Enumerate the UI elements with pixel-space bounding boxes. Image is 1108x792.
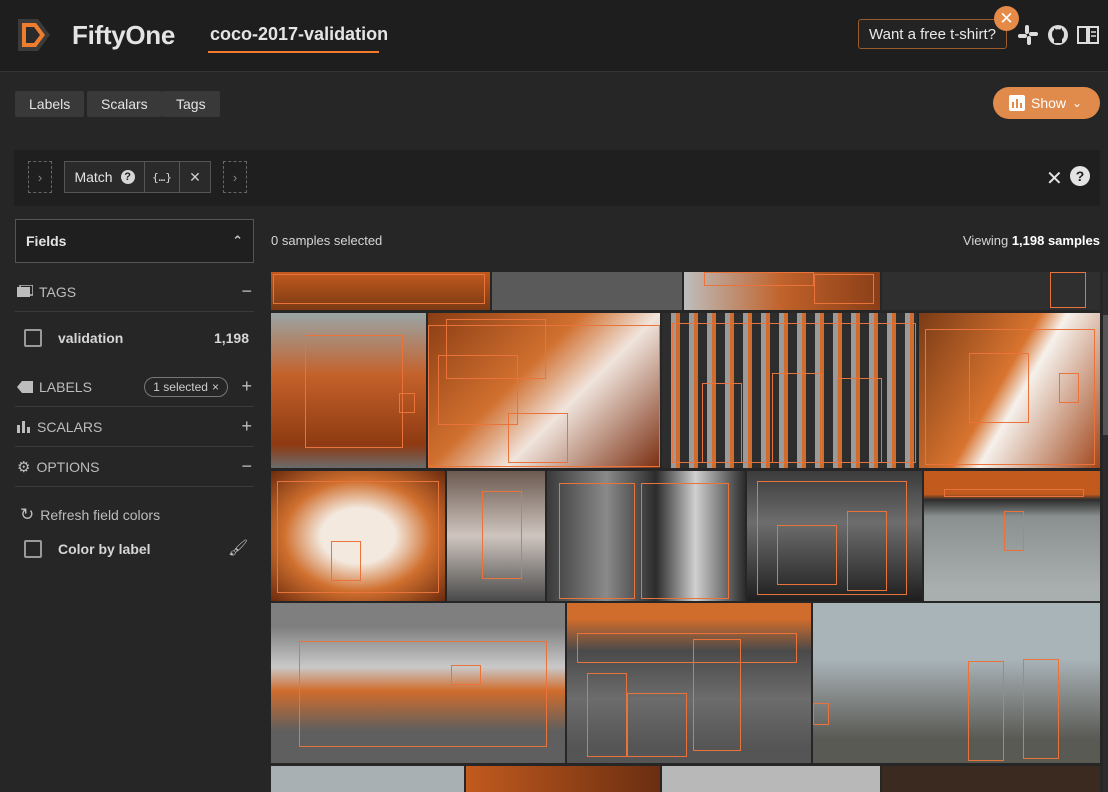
brand-name[interactable]: FiftyOne [72, 20, 175, 51]
sample-tile[interactable] [662, 766, 880, 792]
show-label: Show [1031, 95, 1067, 111]
label-tag-icon [17, 380, 33, 393]
view-help-icon[interactable]: ? [1070, 166, 1090, 186]
labels-group-title: LABELS [39, 378, 92, 395]
tag-count: 1,198 [213, 330, 249, 346]
chevron-down-icon: ⌄ [1072, 96, 1083, 110]
sample-tile[interactable] [662, 313, 917, 468]
sample-tile[interactable] [492, 272, 682, 310]
sample-tile[interactable] [882, 272, 1100, 310]
sample-grid[interactable] [271, 272, 1100, 792]
sidebar: Fields ⌃ TAGS − validation 1,198 LABELS … [0, 206, 262, 792]
dataset-selector[interactable]: coco-2017-validation [210, 24, 388, 45]
scrollbar-thumb[interactable] [1103, 315, 1108, 435]
remove-stage-icon[interactable]: ✕ [180, 162, 210, 192]
refresh-icon: ↻ [20, 505, 35, 524]
slack-icon[interactable] [1016, 23, 1040, 47]
expand-icon[interactable]: + [241, 376, 252, 397]
show-button[interactable]: Show ⌄ [993, 87, 1100, 119]
sample-tile[interactable] [882, 766, 1100, 792]
sample-tile[interactable] [271, 313, 426, 468]
tags-group-title: TAGS [39, 283, 77, 300]
tags-group-icon [17, 284, 33, 297]
sample-tile[interactable] [547, 471, 745, 601]
stage-expression[interactable]: {…} [145, 162, 180, 192]
tags-tab-button[interactable]: Tags [162, 91, 220, 117]
fields-label: Fields [26, 233, 67, 249]
selected-samples-text: 0 samples selected [271, 233, 383, 248]
selected-count: 1 selected [153, 380, 208, 394]
color-by-label-checkbox[interactable] [24, 540, 42, 558]
sample-tile[interactable] [271, 272, 490, 310]
sample-tile[interactable] [919, 313, 1100, 468]
match-stage[interactable]: Match ? {…} ✕ [64, 161, 211, 193]
toolbar: Labels Scalars Tags [0, 73, 1108, 135]
color-by-label-text: Color by label [58, 541, 151, 557]
paintbrush-icon[interactable]: 🖌 [228, 538, 248, 558]
viewing-count: 1,198 samples [1011, 233, 1100, 248]
sample-tile[interactable] [684, 272, 880, 310]
sample-tile[interactable] [271, 766, 464, 792]
app-header: FiftyOne coco-2017-validation Want a fre… [0, 0, 1108, 72]
github-icon[interactable] [1046, 23, 1070, 47]
selected-pill[interactable]: 1 selected × [144, 377, 228, 397]
sample-tile[interactable] [466, 766, 660, 792]
viewing-prefix: Viewing [962, 233, 1012, 248]
scalars-tab-button[interactable]: Scalars [87, 91, 162, 117]
chevron-up-icon: ⌃ [232, 233, 243, 248]
stage-name-cell: Match ? [65, 162, 145, 192]
sample-tile[interactable] [271, 603, 565, 763]
add-stage-left-button[interactable]: › [28, 161, 52, 193]
color-by-label-row[interactable]: Color by label [24, 540, 151, 558]
sample-tile[interactable] [447, 471, 545, 601]
refresh-label: Refresh field colors [40, 507, 161, 523]
clear-view-icon[interactable]: ✕ [1046, 166, 1063, 191]
sample-tile[interactable] [428, 313, 660, 468]
options-group[interactable]: ⚙ OPTIONS − [15, 447, 254, 487]
options-group-title: OPTIONS [36, 458, 100, 475]
stage-name: Match [74, 169, 113, 185]
refresh-colors-button[interactable]: ↻ Refresh field colors [20, 505, 160, 525]
collapse-icon[interactable]: − [241, 281, 252, 302]
labels-tab-button[interactable]: Labels [15, 91, 85, 117]
sample-tile[interactable] [747, 471, 922, 601]
gear-icon: ⚙ [17, 458, 31, 476]
bar-chart-icon [17, 420, 30, 433]
fiftyone-logo-icon[interactable] [14, 15, 54, 55]
labels-group[interactable]: LABELS 1 selected × + [15, 367, 254, 407]
tag-row-validation[interactable]: validation [24, 329, 123, 347]
sample-tile[interactable] [567, 603, 811, 763]
add-stage-right-button[interactable]: › [223, 161, 247, 193]
validation-checkbox[interactable] [24, 329, 42, 347]
help-icon[interactable]: ? [120, 170, 135, 184]
fields-dropdown[interactable]: Fields ⌃ [15, 219, 254, 263]
sample-tile[interactable] [924, 471, 1100, 601]
collapse-icon[interactable]: − [241, 456, 252, 477]
sample-tile[interactable] [271, 471, 445, 601]
tags-group[interactable]: TAGS − [15, 272, 254, 312]
tshirt-button[interactable]: Want a free t-shirt? [858, 19, 1007, 49]
viewing-count-text: Viewing 1,198 samples [963, 233, 1100, 248]
scalars-group[interactable]: SCALARS + [15, 407, 254, 447]
clear-selection-icon[interactable]: × [212, 380, 219, 394]
sample-tile[interactable] [813, 603, 1100, 763]
tag-label: validation [58, 330, 124, 346]
scalars-group-title: SCALARS [37, 418, 103, 435]
dataset-underline [208, 51, 379, 53]
chart-icon [1009, 95, 1025, 111]
expand-icon[interactable]: + [241, 416, 252, 437]
book-icon[interactable] [1076, 23, 1100, 47]
